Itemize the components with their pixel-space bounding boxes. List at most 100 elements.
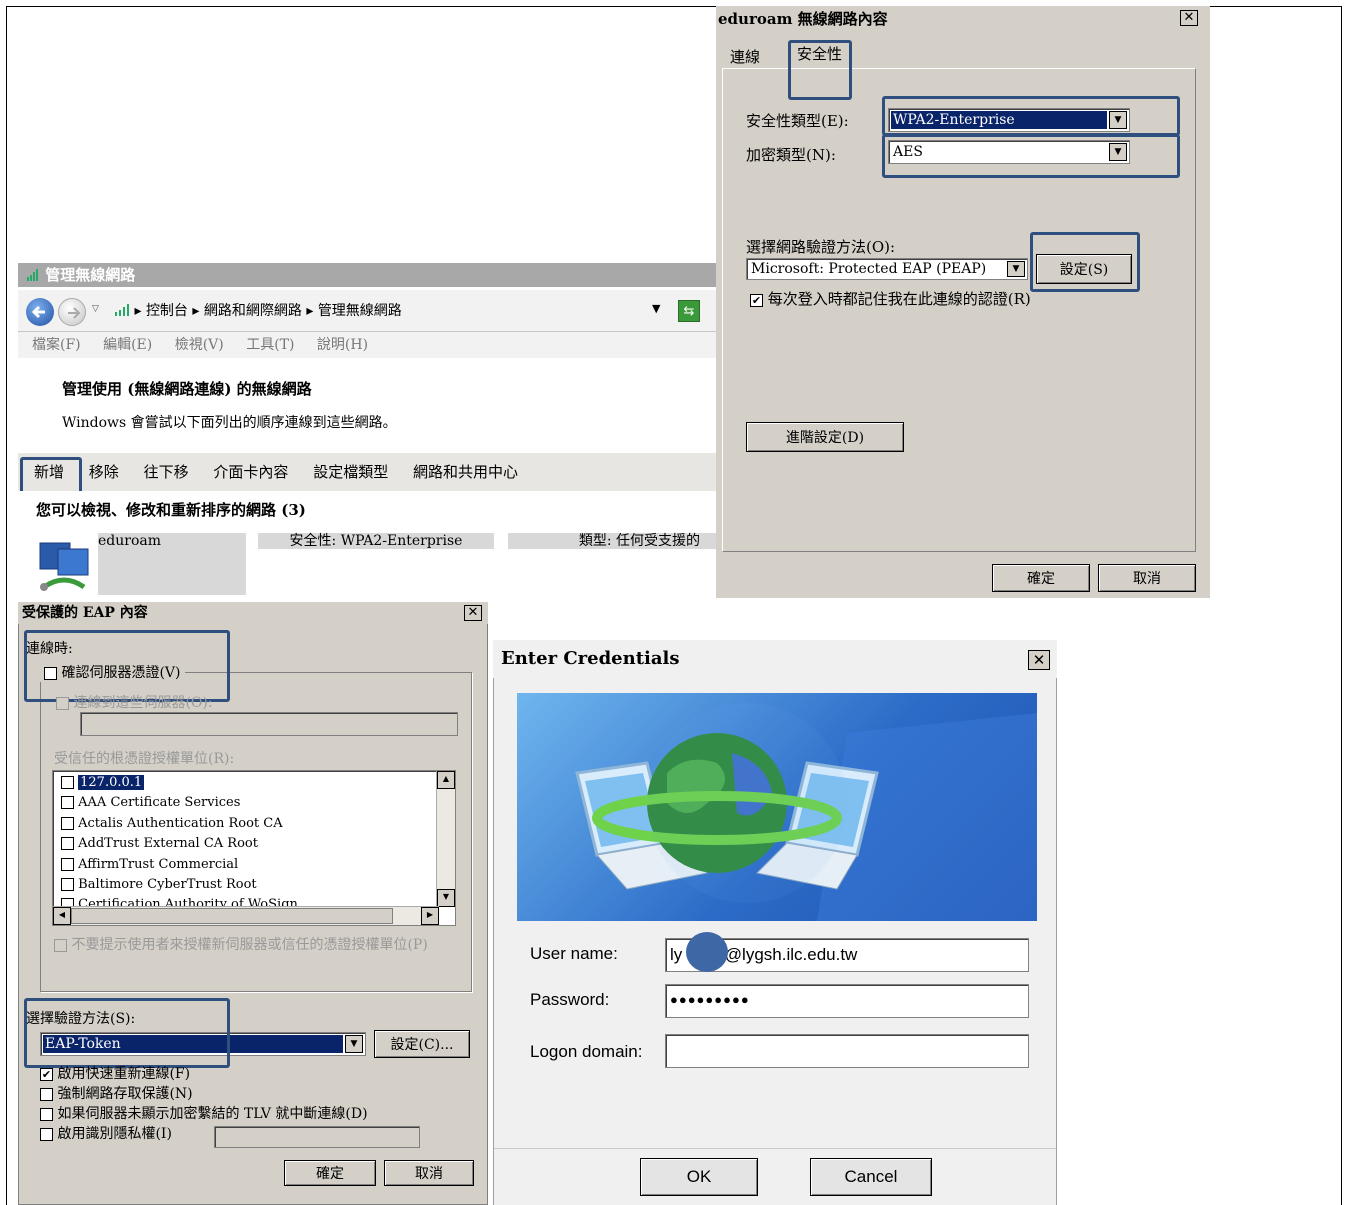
refresh-button[interactable]: ⇆ [678, 300, 700, 322]
chevron-down-icon[interactable]: ▼ [345, 1035, 363, 1053]
breadcrumb-item-manage[interactable]: 管理無線網路 [318, 303, 402, 319]
servers-input [80, 712, 458, 736]
identity-privacy-checkbox[interactable] [40, 1127, 53, 1141]
logon-domain-label: Logon domain: [530, 1042, 643, 1061]
password-value: ●●●●●●●●● [670, 992, 750, 1007]
list-item[interactable]: AffirmTrust Commercial [61, 857, 238, 872]
scroll-right-icon[interactable]: ▶ [421, 907, 439, 925]
tab-connection[interactable]: 連線 [730, 46, 774, 68]
trusted-roots-list[interactable]: 127.0.0.1 AAA Certificate Services Actal… [52, 770, 456, 926]
close-icon[interactable]: ✕ [1180, 10, 1198, 26]
ok-button[interactable]: 確定 [284, 1160, 376, 1186]
menu-view[interactable]: 檢視(V) [175, 337, 224, 353]
breadcrumb-item-network[interactable]: 網路和網際網路 [204, 303, 302, 319]
close-icon[interactable]: ✕ [1028, 650, 1050, 670]
network-banner-image [517, 693, 1037, 921]
menu-bar: 檔案(F) 編輯(E) 檢視(V) 工具(T) 說明(H) [18, 332, 716, 358]
eap-settings-button[interactable]: 設定(S) [1036, 254, 1132, 284]
encryption-type-select[interactable]: AES ▼ [888, 140, 1130, 164]
history-dropdown-icon[interactable]: ▽ [92, 304, 99, 314]
network-security: 安全性: WPA2-Enterprise [258, 533, 494, 549]
auth-method-select[interactable]: Microsoft: Protected EAP (PEAP) ▼ [746, 258, 1028, 280]
menu-help[interactable]: 說明(H) [317, 337, 368, 353]
connect-servers-label: 連線到這些伺服器(O): [73, 695, 213, 711]
option-fast-reconnect[interactable]: ✔ 啟用快速重新連線(F) [40, 1066, 190, 1082]
connect-servers-checkbox [56, 696, 69, 710]
tab-security[interactable]: 安全性 [790, 42, 850, 68]
when-connecting-label: 連線時: [26, 641, 73, 657]
toolbar-profile-types-button[interactable]: 設定檔類型 [313, 463, 388, 481]
toolbar-move-down-button[interactable]: 往下移 [144, 463, 189, 481]
eap-configure-button[interactable]: 設定(C)... [374, 1030, 470, 1058]
eap-method-select[interactable]: EAP-Token ▼ [40, 1032, 366, 1056]
list-item[interactable]: AAA Certificate Services [61, 795, 240, 810]
toolbar-remove-button[interactable]: 移除 [89, 463, 119, 481]
option-disconnect-tlv[interactable]: 如果伺服器未顯示加密繫結的 TLV 就中斷連線(D) [40, 1106, 368, 1122]
username-label: User name: [530, 944, 618, 963]
chevron-down-icon[interactable]: ▼ [1109, 111, 1127, 129]
encryption-type-value: AES [893, 144, 923, 160]
computers-network-icon [34, 537, 94, 595]
encryption-type-label: 加密類型(N): [746, 146, 836, 164]
logon-domain-input[interactable] [665, 1034, 1029, 1068]
list-item[interactable]: AddTrust External CA Root [61, 836, 258, 851]
list-item[interactable]: 127.0.0.1 [61, 775, 145, 790]
list-item[interactable]: Actalis Authentication Root CA [61, 816, 283, 831]
validate-cert-row[interactable]: 確認伺服器憑證(V) [40, 662, 185, 682]
forward-button[interactable] [58, 298, 86, 326]
network-name: eduroam [98, 533, 162, 549]
auth-method-value: Microsoft: Protected EAP (PEAP) [751, 261, 987, 277]
scroll-thumb[interactable] [71, 908, 393, 924]
toolbar-network-center-button[interactable]: 網路和共用中心 [413, 463, 518, 481]
security-type-label: 安全性類型(E): [746, 112, 849, 130]
menu-file[interactable]: 檔案(F) [32, 337, 81, 353]
address-bar: ▽ ▸ 控制台 ▸ 網路和網際網路 ▸ 管理無線網路 ▼ ⇆ [18, 290, 716, 332]
advanced-settings-button[interactable]: 進階設定(D) [746, 422, 904, 452]
scroll-down-icon[interactable]: ▼ [437, 889, 455, 907]
validate-cert-checkbox[interactable] [44, 666, 57, 680]
horizontal-scrollbar[interactable]: ◀ ▶ [53, 906, 439, 925]
list-header: 您可以檢視、修改和重新排序的網路 (3) [36, 501, 306, 519]
nap-checkbox[interactable] [40, 1087, 53, 1101]
identity-privacy-label: 啟用識別隱私權(I) [57, 1126, 172, 1142]
page-heading: 管理使用 (無線網路連線) 的無線網路 [62, 380, 312, 398]
scroll-left-icon[interactable]: ◀ [53, 907, 71, 925]
back-button[interactable] [26, 298, 54, 326]
cancel-button[interactable]: 取消 [1098, 564, 1196, 592]
menu-edit[interactable]: 編輯(E) [103, 337, 152, 353]
forward-arrow-icon [68, 307, 81, 319]
signal-icon [114, 302, 130, 316]
remember-credentials-checkbox[interactable]: ✔ [750, 293, 763, 307]
option-identity-privacy[interactable]: 啟用識別隱私權(I) [40, 1126, 172, 1142]
remember-credentials-label: 每次登入時都記住我在此連線的認證(R) [767, 290, 1031, 308]
close-icon[interactable]: ✕ [464, 605, 482, 621]
back-arrow-icon [31, 305, 45, 319]
fast-reconnect-checkbox[interactable]: ✔ [40, 1067, 53, 1081]
chevron-down-icon[interactable]: ▼ [1109, 143, 1127, 161]
option-nap[interactable]: 強制網路存取保護(N) [40, 1086, 193, 1102]
cancel-button[interactable]: 取消 [384, 1160, 474, 1186]
menu-tools[interactable]: 工具(T) [246, 337, 294, 353]
toolbar-adapter-properties-button[interactable]: 介面卡內容 [213, 463, 288, 481]
list-item[interactable]: Baltimore CyberTrust Root [61, 877, 257, 892]
redaction-circle [686, 932, 728, 972]
ok-button[interactable]: OK [640, 1158, 758, 1196]
disconnect-tlv-checkbox[interactable] [40, 1107, 53, 1121]
cancel-button[interactable]: Cancel [810, 1158, 932, 1196]
toolbar-add-button[interactable]: 新增 [34, 463, 64, 481]
ok-button[interactable]: 確定 [992, 564, 1090, 592]
dialog-title: 受保護的 EAP 內容 [22, 605, 148, 621]
scroll-up-icon[interactable]: ▲ [437, 771, 455, 789]
breadcrumb-item-control-panel[interactable]: 控制台 [146, 303, 188, 319]
vertical-scrollbar[interactable]: ▲ ▼ [436, 771, 455, 907]
password-input[interactable]: ●●●●●●●●● [665, 984, 1029, 1018]
chevron-down-icon[interactable]: ▼ [1007, 261, 1025, 277]
address-dropdown-icon[interactable]: ▼ [652, 302, 660, 315]
page-subtext: Windows 會嘗試以下面列出的順序連線到這些網路。 [62, 415, 397, 431]
security-type-select[interactable]: WPA2-Enterprise ▼ [888, 108, 1130, 132]
fast-reconnect-label: 啟用快速重新連線(F) [57, 1066, 191, 1082]
content-header: 管理使用 (無線網路連線) 的無線網路 Windows 會嘗試以下面列出的順序連… [18, 358, 716, 453]
network-list-item[interactable]: eduroam 安全性: WPA2-Enterprise 類型: 任何受支援的 [18, 531, 716, 599]
chevron-right-icon: ▸ [134, 303, 146, 319]
remember-credentials-row[interactable]: ✔ 每次登入時都記住我在此連線的認證(R) [750, 288, 1031, 309]
